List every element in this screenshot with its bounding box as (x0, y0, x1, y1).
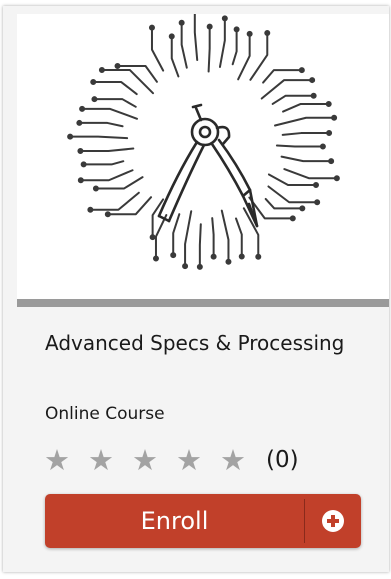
enroll-label[interactable]: Enroll (45, 494, 304, 548)
circuit-trace (220, 209, 230, 263)
image-divider (17, 299, 389, 307)
course-title[interactable]: Advanced Specs & Processing (45, 332, 345, 355)
add-to-cart-button[interactable] (305, 494, 361, 548)
circuit-trace (79, 147, 135, 152)
circuit-node (148, 24, 155, 31)
circuit-node (79, 105, 86, 112)
circuit-trace (207, 25, 211, 73)
circuit-node (91, 96, 98, 103)
circuit-trace (82, 160, 125, 166)
circuit-trace (237, 32, 251, 81)
circuit-node (67, 133, 74, 140)
circuit-node (255, 253, 262, 260)
circuit-trace (154, 214, 168, 260)
circuit-trace (198, 223, 202, 268)
circuit-node (80, 161, 87, 168)
star-icon: ★ (132, 442, 158, 477)
circuit-trace (271, 94, 315, 105)
star-icon: ★ (44, 442, 70, 477)
circuit-node (246, 30, 253, 37)
enroll-button[interactable]: Enroll (45, 494, 361, 548)
circuit-node (299, 205, 306, 212)
circuit-node (225, 258, 232, 265)
circuit-trace (180, 21, 188, 69)
circuit-node (178, 19, 185, 26)
circuit-trace (231, 28, 238, 66)
circuit-trace (283, 168, 338, 180)
circuit-node (92, 185, 99, 192)
circuit-node (325, 100, 332, 107)
circuit-node (331, 114, 338, 121)
star-icon: ★ (88, 442, 114, 477)
circuit-trace (275, 144, 324, 148)
circuit-node (77, 147, 84, 154)
circuit-node (114, 63, 121, 70)
star-icon: ★ (220, 442, 246, 477)
circuit-node (77, 177, 84, 184)
circuit-trace (274, 116, 336, 127)
circuit-node (314, 199, 321, 206)
circuit-node (310, 92, 317, 99)
circuit-trace (264, 197, 304, 210)
circuit-node (170, 252, 177, 259)
circuit-node (326, 130, 333, 137)
circuit-trace (94, 176, 144, 190)
circuit-node (206, 23, 213, 30)
circuit-node (90, 79, 97, 86)
circuit-node (149, 234, 156, 241)
circuit-trace (79, 169, 134, 182)
circuit-node (196, 263, 203, 270)
rating: ★ ★ ★ ★ ★ (0) (44, 440, 299, 480)
circuit-node (319, 143, 326, 150)
circuit-node (238, 253, 245, 260)
circuit-node (309, 77, 316, 84)
circuit-trace (235, 217, 243, 258)
circuit-node (98, 67, 105, 74)
circuit-trace (249, 31, 269, 81)
circuit-node (298, 67, 305, 74)
circuit-trace (211, 217, 215, 258)
circuit-trace (218, 17, 226, 68)
circuit-node (313, 182, 320, 189)
circuit-node (289, 215, 296, 222)
circuit-node (333, 175, 340, 182)
circuit-trace (280, 155, 333, 163)
circuit-trace (81, 107, 139, 120)
circuit-trace (93, 98, 137, 108)
circuit-trace (89, 191, 140, 211)
circuit-trace (172, 213, 181, 257)
circuit-node (328, 158, 335, 165)
star-icon: ★ (176, 442, 202, 477)
circuit-trace (69, 135, 129, 140)
compass-circuit-icon (67, 14, 340, 270)
course-hero-image[interactable] (17, 14, 389, 299)
circuit-node (182, 263, 189, 270)
course-type: Online Course (45, 404, 165, 424)
circuit-trace (92, 81, 138, 96)
circuit-trace (193, 14, 199, 62)
circuit-node (221, 15, 228, 22)
circuit-node (152, 255, 159, 262)
plus-circle-icon (322, 510, 344, 532)
circuit-trace (267, 173, 318, 187)
circuit-trace (170, 35, 180, 78)
circuit-node (104, 211, 111, 218)
circuit-node (264, 29, 271, 36)
course-card: Advanced Specs & Processing Online Cours… (3, 6, 389, 572)
circuit-node (168, 33, 175, 40)
circuit-trace (184, 210, 193, 268)
circuit-node (87, 206, 94, 213)
rating-count: (0) (266, 447, 299, 473)
circuit-trace (116, 65, 158, 83)
circuit-node (233, 26, 240, 33)
circuit-trace (150, 26, 165, 72)
circuit-trace (282, 102, 330, 113)
circuit-node (210, 253, 217, 260)
circuit-trace (78, 121, 124, 128)
circuit-node (76, 119, 83, 126)
circuit-trace (267, 185, 319, 204)
circuit-trace (281, 132, 331, 136)
